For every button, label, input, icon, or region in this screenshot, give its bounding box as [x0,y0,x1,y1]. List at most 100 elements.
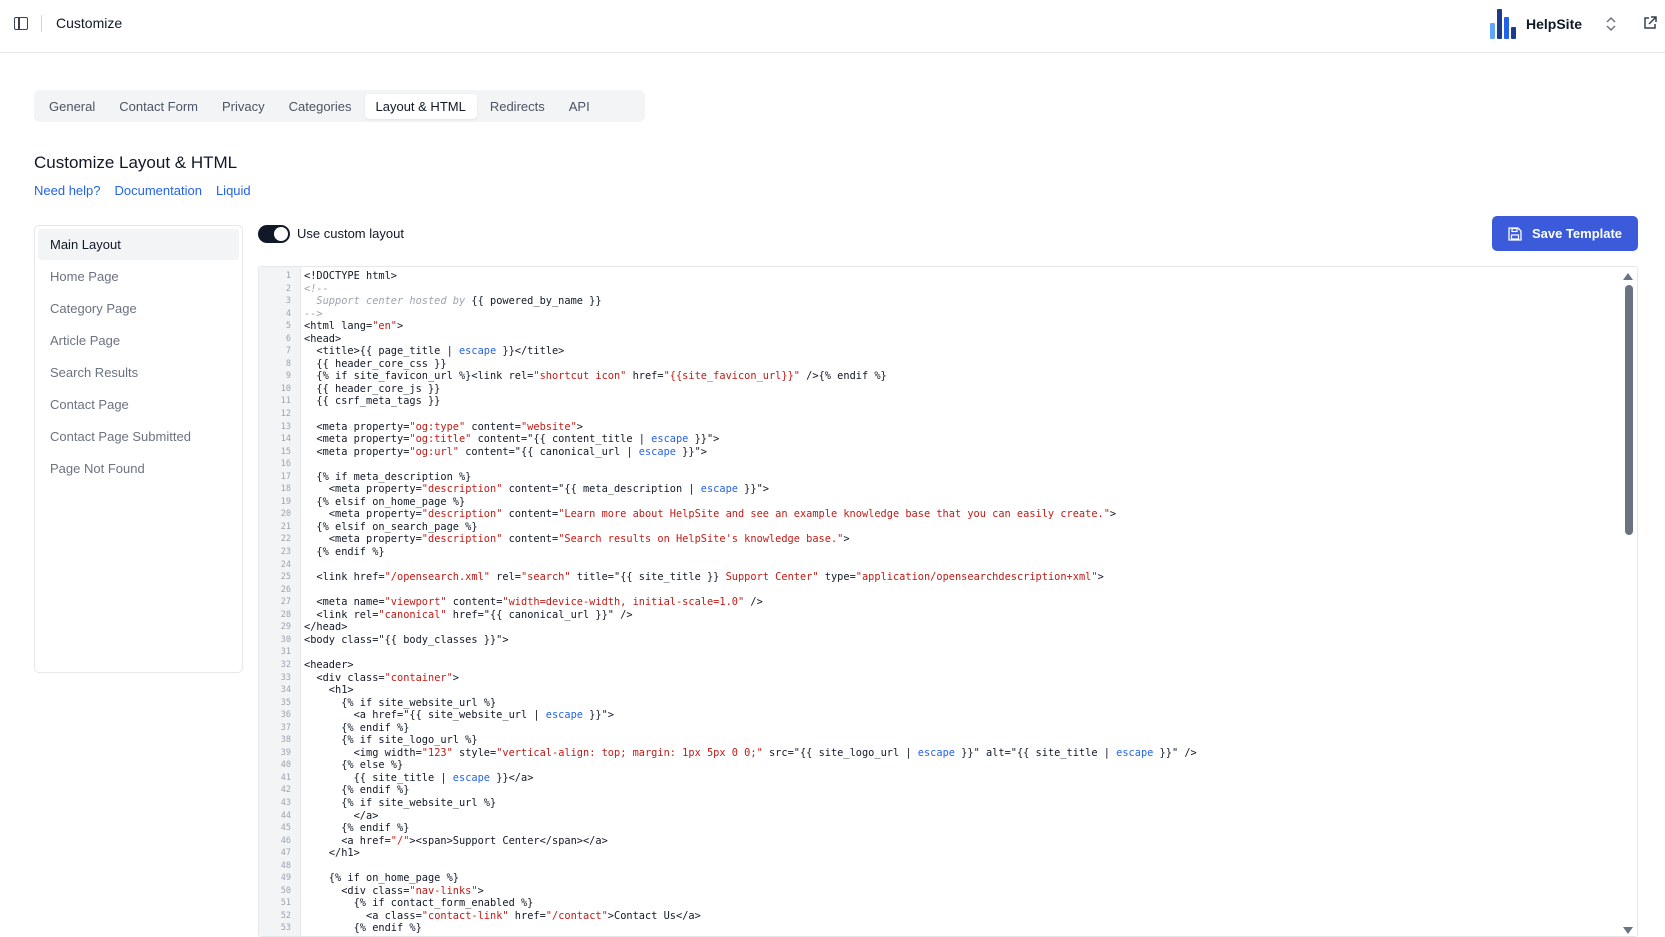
code-token: escape [1116,746,1154,759]
custom-layout-toggle[interactable] [258,225,290,243]
external-link-icon[interactable] [1642,15,1658,31]
code-token: {% else %} [304,759,404,772]
need-help-link[interactable]: Need help? [34,183,101,198]
line-code: </a> [291,809,379,823]
code-token: type= [818,571,856,584]
editor-scrollbar[interactable] [1621,267,1637,936]
liquid-link[interactable]: Liquid [216,183,251,198]
code-token: "viewport" [384,596,447,609]
line-number: 51 [280,898,291,909]
line-code: <h1> [291,684,354,697]
line-code: <body class="{{ body_classes }}"> [291,634,509,647]
code-line: 17 {% if meta_description %} [259,471,1619,484]
chevron-up-down-icon[interactable] [1604,16,1618,32]
line-number: 48 [280,860,291,871]
code-line: 20 <meta property="description" content=… [259,508,1619,521]
code-token: > [397,320,404,333]
code-line: 18 <meta property="description" content=… [259,483,1619,496]
code-token: content="{{ meta_description | [502,483,701,496]
template-item-category-page[interactable]: Category Page [38,293,239,324]
sidebar-toggle-icon[interactable] [14,17,28,30]
code-token: }}" alt="{{ site_title | [954,746,1117,759]
line-number: 1 [285,271,291,281]
template-item-home-page[interactable]: Home Page [38,261,239,292]
line-number: 8 [285,358,291,369]
code-line: 33 <div class="container"> [259,672,1619,685]
code-line: 28 <link rel="canonical" href="{{ canoni… [259,609,1619,622]
code-line: 19 {% elsif on_home_page %} [259,496,1619,509]
code-token: <link href= [304,571,385,584]
line-number: 12 [280,409,291,420]
line-number: 46 [280,835,291,846]
help-links: Need help? Documentation Liquid [34,183,251,198]
line-number: 42 [280,785,291,796]
line-code: {{ header_core_js }} [291,383,440,396]
site-selector[interactable]: HelpSite [1490,9,1582,39]
tab-layout-html[interactable]: Layout & HTML [364,93,477,119]
template-item-contact-page-submitted[interactable]: Contact Page Submitted [38,421,239,452]
template-item-contact-page[interactable]: Contact Page [38,389,239,420]
tab-redirects[interactable]: Redirects [479,94,556,119]
scroll-up-arrow-icon[interactable] [1623,273,1633,280]
code-content[interactable]: 1 <!DOCTYPE html> 2 <!-- 3 Support center ho… [259,270,1619,935]
code-token: "application/opensearchdescription+xml" [855,571,1098,584]
tab-contact-form[interactable]: Contact Form [108,94,209,119]
code-token: "123" [421,746,453,759]
code-line: 47 </h1> [259,847,1619,860]
code-token: <link rel= [304,608,379,621]
line-number: 34 [280,685,291,696]
tab-api[interactable]: API [558,94,601,119]
code-token: escape [917,746,955,759]
code-token: /> [744,596,763,609]
code-token: <meta name= [304,596,385,609]
code-line: 10 {{ header_core_js }} [259,383,1619,396]
code-editor[interactable]: 1 <!DOCTYPE html> 2 <!-- 3 Support center ho… [258,266,1638,937]
documentation-link[interactable]: Documentation [115,183,202,198]
line-number: 35 [280,697,291,708]
line-code: --> [291,308,323,321]
code-token: escape [700,483,738,496]
code-token: "Learn more about HelpSite and see an ex… [558,508,1110,521]
tab-categories[interactable]: Categories [278,94,363,119]
template-item-search-results[interactable]: Search Results [38,357,239,388]
scroll-down-arrow-icon[interactable] [1623,927,1633,934]
code-token: {% if contact_form_enabled %} [304,897,534,910]
code-token: > [576,420,583,433]
code-token: escape [458,345,497,358]
code-line: 9 {% if site_favicon_url %}<link rel="sh… [259,370,1619,383]
code-token: {% endif %} [304,922,422,935]
line-number: 17 [280,471,291,482]
code-token: "/" [390,834,410,847]
code-token: </a> [304,809,379,822]
template-item-main-layout[interactable]: Main Layout [38,229,239,260]
code-token: {% endif %} [304,721,410,734]
code-token: }}</title> [496,345,565,358]
line-number: 10 [280,383,291,394]
code-token: <meta property= [304,508,422,521]
code-token: <a href="{{ site_website_url | [304,709,546,722]
line-code: </head> [291,621,347,634]
tab-general[interactable]: General [38,94,106,119]
code-line: 6 <head> [259,333,1619,346]
line-number: 40 [280,760,291,771]
code-token: {% if site_website_url %} [304,696,497,709]
save-template-button[interactable]: Save Template [1492,216,1638,251]
code-line: 15 <meta property="og:url" content="{{ c… [259,446,1619,459]
code-line: 52 <a class="contact-link" href="/contac… [259,910,1619,923]
tab-privacy[interactable]: Privacy [211,94,276,119]
line-number: 13 [280,421,291,432]
code-token: {% if site_website_url %} [304,796,497,809]
line-code: {% endif %} [291,784,409,797]
template-item-article-page[interactable]: Article Page [38,325,239,356]
code-line: 39 <img width="123" style="vertical-alig… [259,747,1619,760]
code-line: 21 {% elsif on_search_page %} [259,521,1619,534]
scrollbar-thumb[interactable] [1625,285,1633,535]
line-number: 25 [280,572,291,583]
line-number: 22 [280,534,291,545]
template-item-page-not-found[interactable]: Page Not Found [38,453,239,484]
code-line: 16 [259,458,1619,471]
line-number: 20 [280,509,291,520]
code-token: }}" /> [1153,746,1197,759]
